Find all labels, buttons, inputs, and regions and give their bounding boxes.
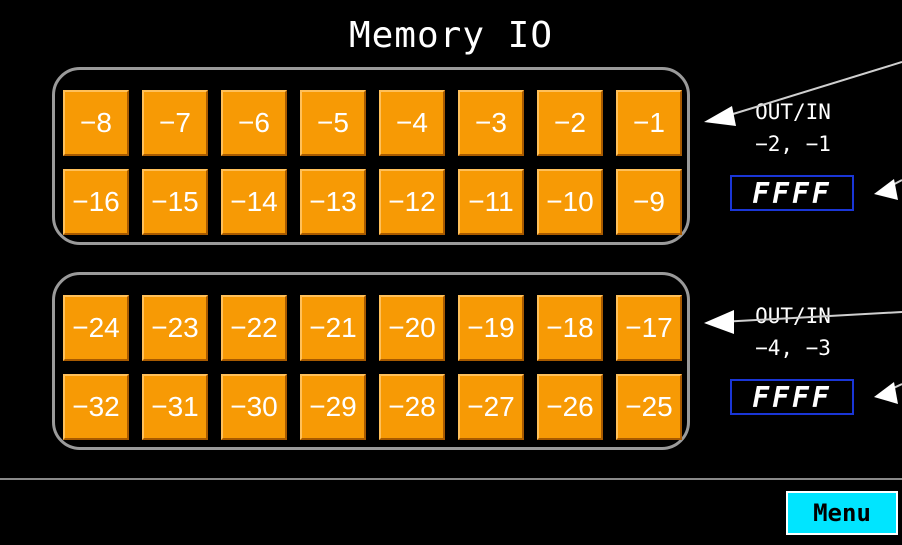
annotation-arrows [704, 61, 902, 404]
arrow-line-3 [719, 311, 902, 323]
arrow-head-2 [874, 179, 898, 200]
arrow-head-1 [704, 106, 736, 126]
arrow-head-3 [704, 310, 734, 334]
menu-button[interactable]: Menu [786, 491, 898, 535]
arrow-line-1 [719, 61, 902, 119]
footer-divider [0, 478, 902, 480]
arrow-head-4 [874, 382, 898, 404]
